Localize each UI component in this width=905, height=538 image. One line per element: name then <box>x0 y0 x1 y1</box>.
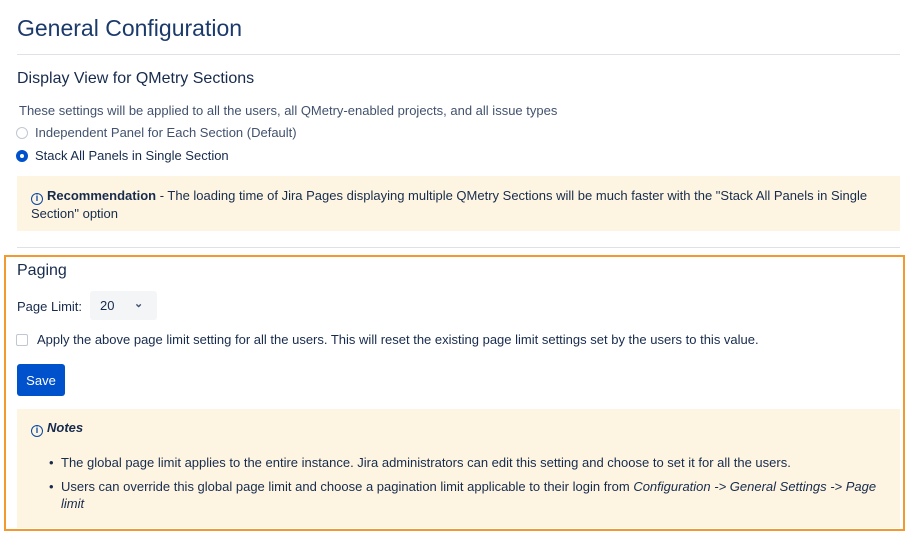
recommendation-text: - The loading time of Jira Pages display… <box>156 188 868 203</box>
apply-all-users-label: Apply the above page limit setting for a… <box>37 332 759 347</box>
apply-all-users-option[interactable]: Apply the above page limit setting for a… <box>16 332 759 347</box>
page-limit-select[interactable]: 20 ⌄ <box>90 291 157 320</box>
notes-title: Notes <box>47 420 84 435</box>
notes-header: i Notes <box>31 420 886 437</box>
apply-all-users-checkbox[interactable] <box>16 333 28 346</box>
chevron-down-icon: ⌄ <box>134 298 144 310</box>
notes-box: i Notes The global page limit applies to … <box>17 409 900 528</box>
notes-list: The global page limit applies to the ent… <box>31 454 886 512</box>
recommendation-line-1: i Recommendation - The loading time of Ji… <box>31 187 886 205</box>
display-view-description: These settings will be applied to all th… <box>19 103 558 118</box>
note-text: Users can override this global page limi… <box>61 479 634 494</box>
save-button[interactable]: Save <box>17 364 65 396</box>
page-limit-value: 20 <box>100 298 115 313</box>
radio-stack-panels[interactable]: Stack All Panels in Single Section <box>16 148 229 163</box>
list-item: Users can override this global page limi… <box>31 478 886 512</box>
section-divider <box>17 247 900 248</box>
paging-title: Paging <box>17 262 67 279</box>
recommendation-heading: Recommendation <box>47 188 157 203</box>
display-view-title: Display View for QMetry Sections <box>17 70 255 87</box>
page-limit-label: Page Limit: <box>17 299 83 314</box>
note-settings-path-end: limit <box>61 496 85 511</box>
recommendation-line-2: Section" option <box>31 206 119 221</box>
radio-button[interactable] <box>16 126 28 139</box>
recommendation-box: i Recommendation - The loading time of Ji… <box>17 176 900 231</box>
title-divider <box>17 54 900 55</box>
list-item: The global page limit applies to the ent… <box>31 454 886 471</box>
note-settings-path: Configuration -> General Settings -> Pag… <box>633 479 877 494</box>
page-title: General Configuration <box>17 15 243 41</box>
info-icon: i <box>31 425 43 437</box>
radio-label: Independent Panel for Each Section (Defa… <box>35 125 297 140</box>
info-icon: i <box>31 193 43 205</box>
radio-button-checked[interactable] <box>16 149 28 162</box>
radio-independent-panel[interactable]: Independent Panel for Each Section (Defa… <box>16 125 297 140</box>
radio-label: Stack All Panels in Single Section <box>35 148 229 163</box>
